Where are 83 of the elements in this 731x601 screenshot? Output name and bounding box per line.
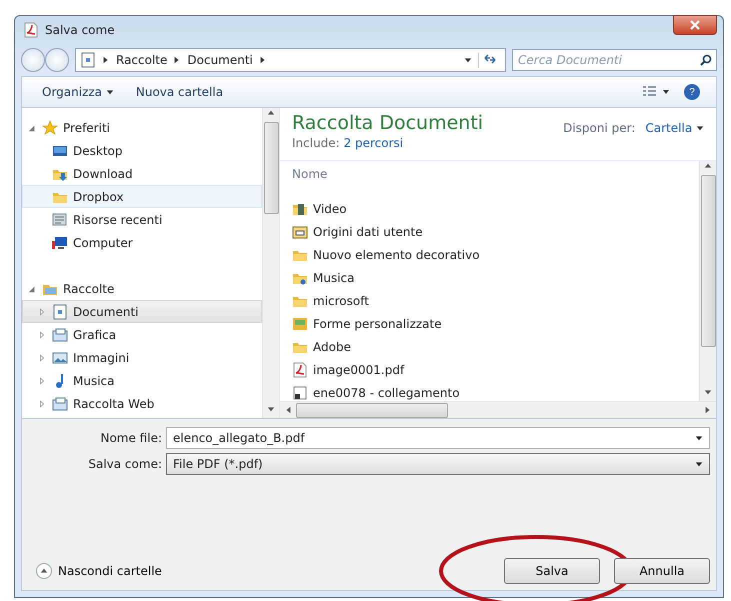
nav-item[interactable]: Preferiti [22,116,262,139]
expanded-arrow-icon[interactable] [28,284,36,292]
file-item[interactable]: Origini dati utente [292,220,687,243]
recent-places-icon [52,212,68,228]
dropdown-arrow-icon [695,460,703,468]
collapsed-arrow-icon[interactable] [38,400,46,408]
location-icon [80,52,96,68]
file-item[interactable]: Adobe [292,335,687,358]
hide-folders-button[interactable]: Nascondi cartelle [36,563,162,579]
collapse-arrow-icon [40,567,48,575]
file-item[interactable]: Forme personalizzate [292,312,687,335]
nav-item[interactable]: Computer [22,231,262,254]
nav-item[interactable]: Dropbox [22,185,262,208]
breadcrumb-item[interactable]: Documenti [187,53,253,67]
data-source-icon [292,224,308,240]
breadcrumb-arrow-icon[interactable] [258,56,267,64]
file-item[interactable]: microsoft [292,289,687,312]
scroll-down-icon[interactable] [704,388,712,396]
scrollbar[interactable] [699,161,716,401]
nav-item[interactable]: Musica [22,369,262,392]
forms-icon [292,316,308,332]
shortcut-icon [292,384,308,400]
file-type-dropdown[interactable]: File PDF (*.pdf) [166,453,710,475]
dialog-button[interactable]: Annulla [614,558,710,584]
include-label: Include: [292,136,340,150]
scroll-up-icon[interactable] [704,162,712,170]
pdf-file-icon [292,362,308,378]
field-label: Nome file: [99,431,162,445]
dropdown-arrow-icon [695,434,703,442]
expanded-arrow-icon[interactable] [28,124,36,132]
view-options-icon[interactable] [642,86,670,98]
picture-icon [52,350,68,366]
breadcrumb-arrow-icon[interactable] [173,56,182,64]
close-icon [690,20,700,30]
scroll-down-icon[interactable] [267,405,275,413]
file-item[interactable]: ene0078 - collegamento [292,381,687,401]
breadcrumb-item[interactable]: Raccolte [116,53,168,67]
search-icon[interactable] [700,54,712,66]
file-item[interactable]: image0001.pdf [292,358,687,381]
caret-icon [106,88,114,96]
scroll-left-icon[interactable] [284,406,292,414]
library-icon [52,396,68,412]
horizontal-scrollbar[interactable] [280,401,716,418]
library-title: Raccolta Documenti [292,112,484,134]
star-icon [42,120,58,136]
dialog-button[interactable]: Salva [504,558,600,584]
nav-item[interactable]: Immagini [22,346,262,369]
window-title: Salva come [45,23,116,37]
toolbar-button[interactable]: Organizza [38,83,118,101]
collapsed-arrow-icon[interactable] [38,330,46,338]
dropdown-arrow-icon[interactable] [464,56,472,64]
field-label: Salva come: [87,457,162,471]
collapsed-arrow-icon[interactable] [38,354,46,362]
nav-item[interactable]: Raccolte [22,277,262,300]
collapsed-arrow-icon[interactable] [38,308,46,316]
arrange-label: Disponi per: [563,121,636,135]
library-icon [52,326,68,342]
app-icon [23,22,39,38]
search-field[interactable]: Cerca Documenti [512,49,717,71]
document-icon [52,304,68,320]
nav-item[interactable]: Raccolta Web [22,392,262,415]
nav-item[interactable]: Grafica [22,323,262,346]
close-button[interactable] [673,15,717,35]
file-item[interactable]: Musica [292,266,687,289]
breadcrumb-arrow-icon[interactable] [102,56,110,64]
column-header[interactable]: Nome [292,167,328,189]
toolbar-button[interactable]: Nuova cartella [132,83,228,101]
scroll-up-icon[interactable] [267,109,275,117]
locations-link[interactable]: 2 percorsi [344,136,404,150]
help-button[interactable]: ? [684,84,700,100]
scroll-right-icon[interactable] [704,406,712,414]
file-item[interactable]: Video [292,197,687,220]
arrange-dropdown[interactable]: Cartella [645,121,704,135]
nav-item[interactable]: Download [22,162,262,185]
nav-item[interactable]: Documenti [22,300,262,323]
computer-icon [52,234,68,250]
nav-item[interactable]: Risorse recenti [22,208,262,231]
collapsed-arrow-icon[interactable] [38,376,46,384]
scrollbar[interactable] [262,108,279,418]
caret-icon [696,124,704,132]
file-item[interactable]: Nuovo elemento decorativo [292,243,687,266]
file-name-field[interactable]: elenco_allegato_B.pdf [166,427,710,449]
nav-item[interactable]: Desktop [22,139,262,162]
